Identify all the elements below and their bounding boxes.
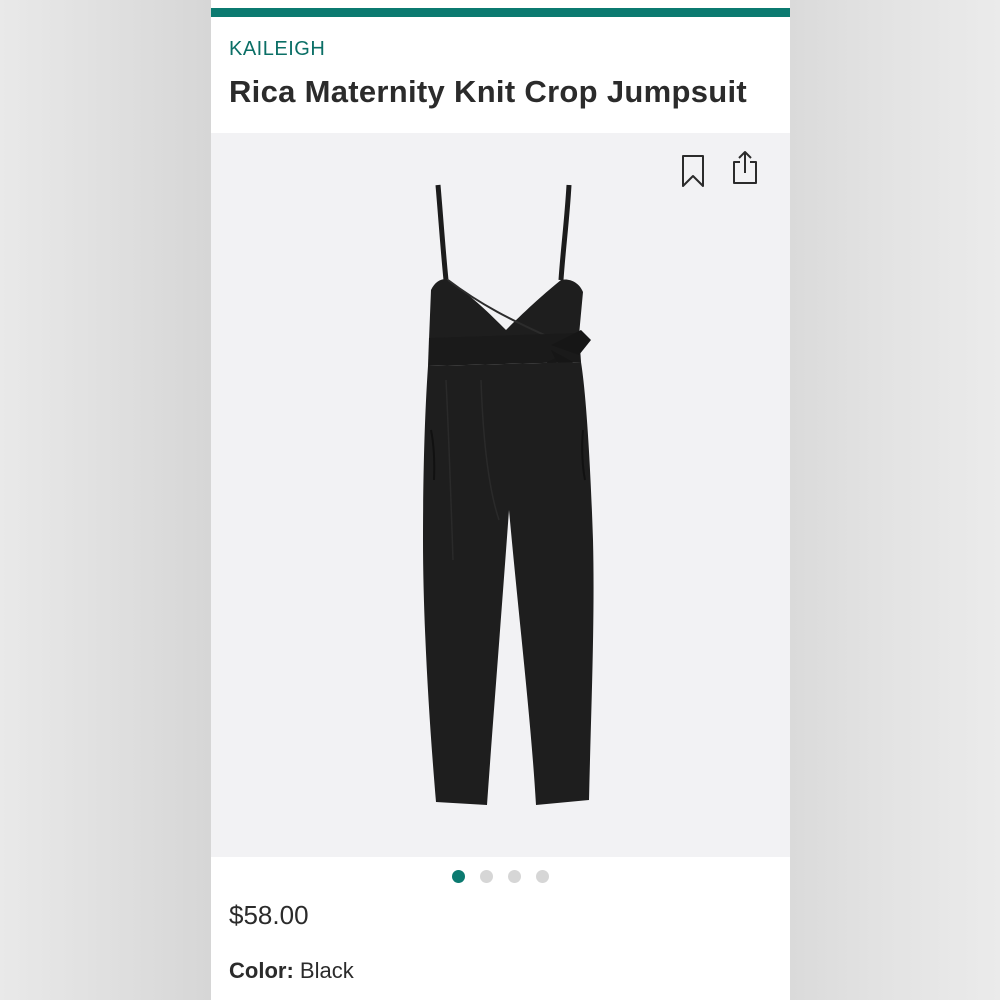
color-label: Color: [229, 958, 294, 983]
product-image-carousel[interactable] [211, 133, 790, 857]
bookmark-button[interactable] [678, 153, 708, 189]
product-color: Color: Black [229, 958, 354, 984]
background-right [790, 0, 1000, 1000]
background-left [0, 0, 211, 1000]
bookmark-icon [682, 155, 704, 187]
carousel-dot[interactable] [508, 870, 521, 883]
black-jumpsuit-image [423, 184, 594, 805]
brand-name[interactable]: KAILEIGH [229, 38, 325, 61]
product-card: KAILEIGH Rica Maternity Knit Crop Jumpsu… [211, 0, 790, 1000]
carousel-indicators[interactable] [452, 870, 549, 883]
product-title: Rica Maternity Knit Crop Jumpsuit [229, 74, 748, 109]
carousel-dot[interactable] [536, 870, 549, 883]
share-icon [733, 151, 757, 184]
product-price: $58.00 [229, 900, 309, 930]
color-value: Black [299, 958, 354, 983]
carousel-dot[interactable] [452, 870, 465, 883]
accent-bar [211, 8, 790, 17]
share-button[interactable] [730, 149, 760, 185]
carousel-dot[interactable] [480, 870, 493, 883]
